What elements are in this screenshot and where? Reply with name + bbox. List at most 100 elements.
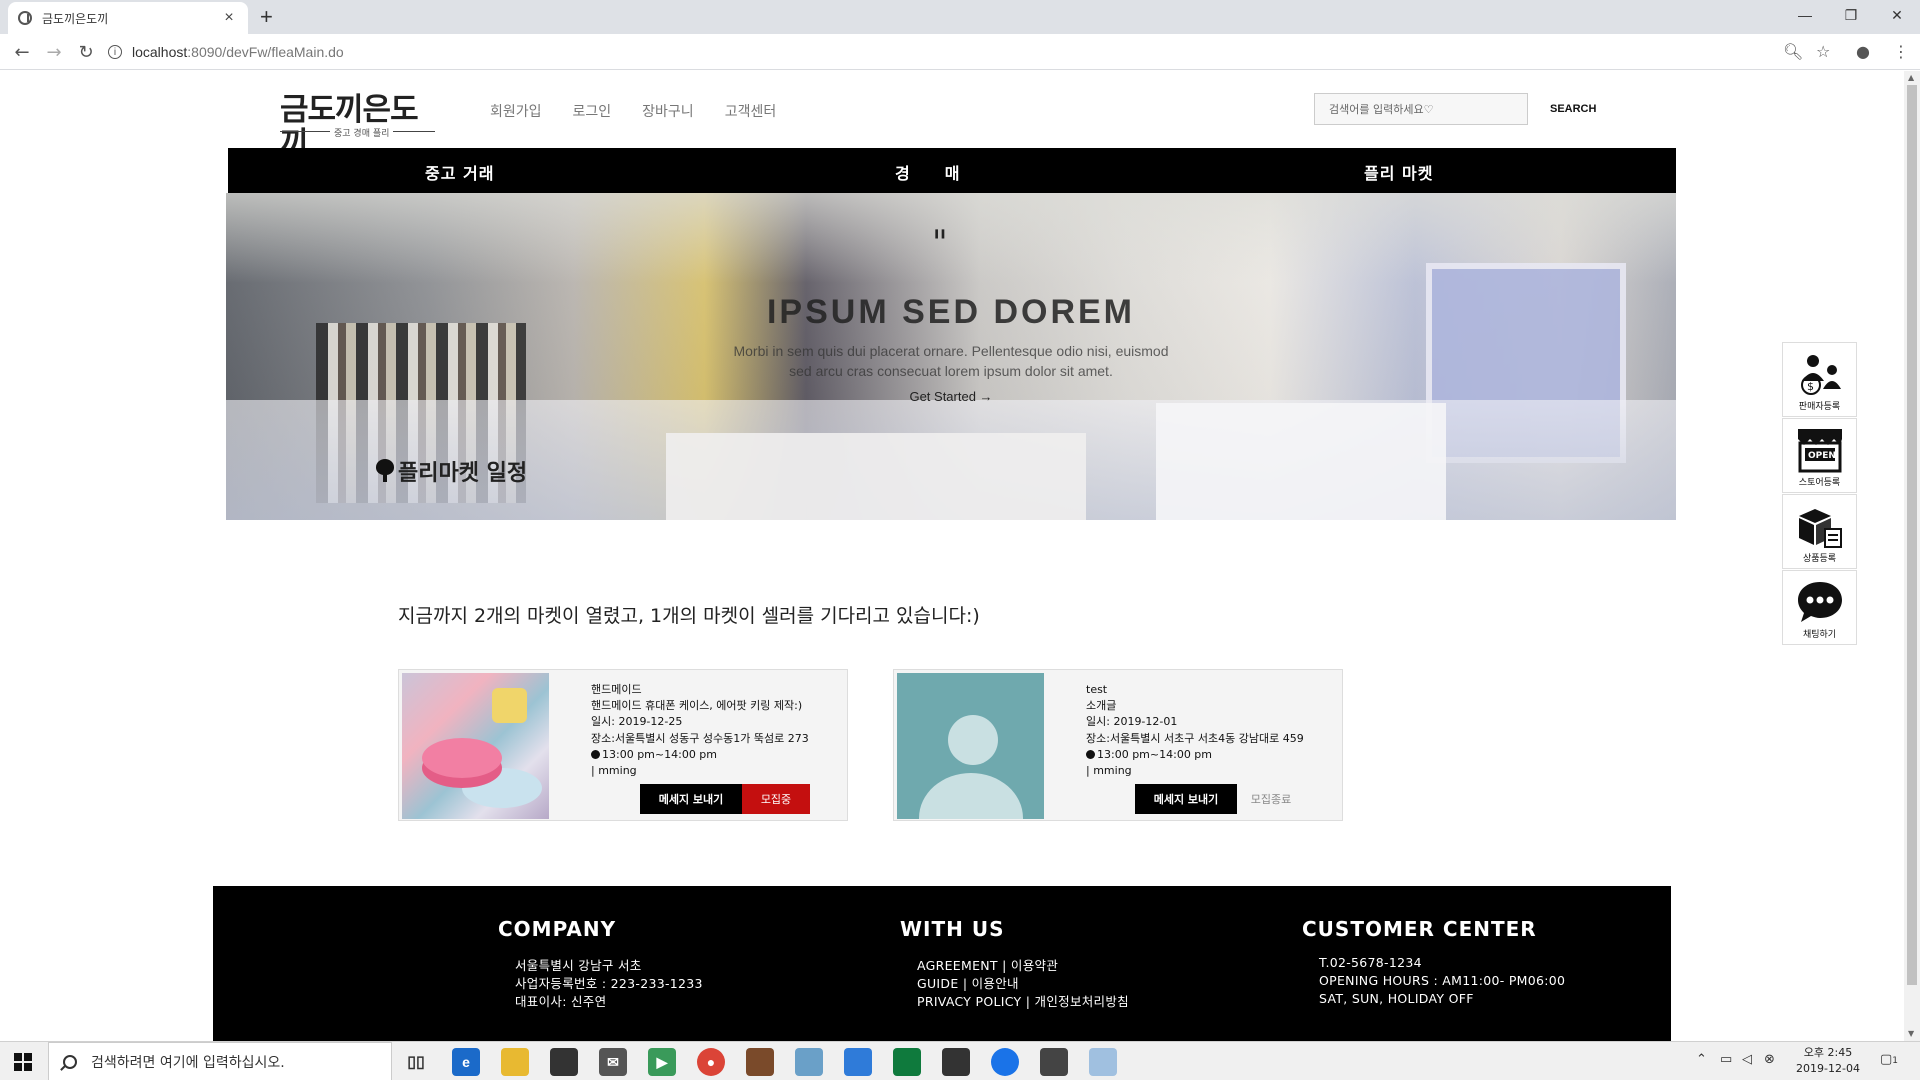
app-icon[interactable] [795, 1048, 823, 1076]
media-icon[interactable]: ▶ [648, 1048, 676, 1076]
taskbar-clock[interactable]: 오후 2:45 2019-12-04 [1790, 1045, 1866, 1077]
file-explorer-icon[interactable] [501, 1048, 529, 1076]
scroll-down-arrow-icon[interactable]: ▼ [1908, 1029, 1914, 1038]
product-register-widget[interactable]: 상품등록 [1782, 494, 1857, 569]
nav-auction[interactable]: 경 매 [895, 160, 960, 184]
footer-customer-title: CUSTOMER CENTER [1302, 917, 1537, 941]
footer-agreement-link[interactable]: AGREEMENT | 이용약관 [917, 955, 1058, 974]
address-bar[interactable]: i localhost:8090/devFw/fleaMain.do [108, 38, 1808, 66]
site-logo[interactable]: 금도끼은도끼 중고 경매 플리 [280, 93, 440, 161]
footer-line: 서울특별시 강남구 서초 [515, 958, 642, 973]
notification-icon[interactable]: ▢1 [1880, 1052, 1898, 1067]
scroll-up-arrow-icon[interactable]: ▲ [1908, 73, 1914, 82]
market-info: 핸드메이드 핸드메이드 휴대폰 케이스, 에어팟 키링 제작:) 일시: 201… [591, 682, 809, 779]
clock-date: 2019-12-04 [1796, 1062, 1860, 1075]
market-thumbnail[interactable] [897, 673, 1044, 819]
app-icon[interactable] [746, 1048, 774, 1076]
seller-register-widget[interactable]: $ 판매자등록 [1782, 342, 1857, 417]
search-input[interactable]: 검색어를 입력하세요♡ [1314, 93, 1528, 125]
footer-line: SAT, SUN, HOLIDAY OFF [1319, 991, 1474, 1006]
page-scrollbar[interactable]: ▲ ▼ [1904, 71, 1920, 1041]
browser-toolbar: ← → ↻ i localhost:8090/devFw/fleaMain.do… [0, 34, 1920, 70]
send-message-button[interactable]: 메세지 보내기 [1135, 784, 1237, 814]
menu-signup-link[interactable]: 회원가입 [490, 101, 542, 121]
minimize-button[interactable]: — [1782, 0, 1828, 30]
footer-line: T.02-5678-1234 [1319, 955, 1422, 970]
footer-privacy-link[interactable]: PRIVACY POLICY | 개인정보처리방침 [917, 991, 1129, 1010]
hero-bg-table [1156, 403, 1446, 520]
menu-dots-icon[interactable]: ⋮ [1893, 42, 1909, 61]
close-window-button[interactable]: ✕ [1874, 0, 1920, 30]
menu-support-link[interactable]: 고객센터 [725, 101, 777, 121]
reload-icon[interactable]: ↻ [74, 40, 98, 64]
task-view-icon[interactable]: ▯▯ [402, 1048, 430, 1076]
recruiting-status-button[interactable]: 모집종료 [1237, 784, 1305, 814]
recruiting-status-button[interactable]: 모집중 [742, 784, 810, 814]
browser-tab[interactable]: 금도끼은도끼 × [8, 2, 248, 34]
app-icon[interactable] [942, 1048, 970, 1076]
schedule-title: 플리마켓 일정 [398, 461, 528, 486]
profile-icon[interactable]: ● [1856, 42, 1870, 61]
market-place: 장소:서울특별시 성동구 성수동1가 뚝섬로 273 [591, 731, 809, 745]
taskbar-search-input[interactable]: 검색하려면 여기에 입력하십시오. [48, 1042, 392, 1080]
chrome-icon[interactable]: ● [697, 1048, 725, 1076]
new-tab-button[interactable]: + [260, 4, 273, 30]
nav-flea-market[interactable]: 플리 마켓 [1364, 160, 1433, 184]
menu-cart-link[interactable]: 장바구니 [642, 101, 694, 121]
nav-used-trade[interactable]: 중고 거래 [425, 160, 494, 184]
app-icon[interactable] [1040, 1048, 1068, 1076]
market-date: 일시: 2019-12-25 [591, 715, 683, 729]
get-started-link[interactable]: Get Started → [226, 389, 1676, 404]
web-page: 금도끼은도끼 중고 경매 플리 회원가입 로그인 장바구니 고객센터 검색어를 … [0, 71, 1904, 1041]
footer-line: OPENING HOURS : AM11:00- PM06:00 [1319, 973, 1566, 988]
logo-subtitle: 중고 경매 플리 [330, 126, 394, 139]
taskbar-search-placeholder: 검색하려면 여기에 입력하십시오. [91, 1054, 285, 1071]
market-name: 핸드메이드 [591, 683, 642, 696]
mail-icon[interactable]: ✉ [599, 1048, 627, 1076]
send-message-button[interactable]: 메세지 보내기 [640, 784, 742, 814]
market-date: 일시: 2019-12-01 [1086, 715, 1178, 729]
market-thumbnail[interactable] [402, 673, 549, 819]
search-button[interactable]: SEARCH [1550, 103, 1596, 115]
maximize-button[interactable]: ❐ [1828, 0, 1874, 30]
market-card[interactable]: test 소개글 일시: 2019-12-01 장소:서울특별시 서초구 서초4… [893, 669, 1343, 821]
tray-chevron-icon[interactable]: ⌃ [1696, 1052, 1707, 1067]
footer-guide-link[interactable]: GUIDE | 이용안내 [917, 973, 1019, 992]
info-icon[interactable]: i [108, 45, 122, 59]
footer-line: 사업자등록번호 : 223-233-1233 [515, 976, 703, 991]
store-icon[interactable] [550, 1048, 578, 1076]
bookmark-star-icon[interactable]: ☆ [1816, 42, 1830, 61]
store-register-widget[interactable]: OPEN 스토어등록 [1782, 418, 1857, 493]
app-icon[interactable] [844, 1048, 872, 1076]
zoom-icon[interactable]: 🔍︎ [1783, 42, 1803, 61]
app-icon[interactable] [991, 1048, 1019, 1076]
tab-close-button[interactable]: × [220, 9, 238, 27]
market-info: test 소개글 일시: 2019-12-01 장소:서울특별시 서초구 서초4… [1086, 682, 1304, 779]
app-icon[interactable] [893, 1048, 921, 1076]
back-arrow-icon[interactable]: ← [10, 40, 34, 64]
search-icon [63, 1054, 77, 1069]
windows-logo-icon [14, 1052, 32, 1071]
forward-arrow-icon[interactable]: → [42, 40, 66, 64]
market-host: | mming [1086, 764, 1132, 778]
clock-icon [1086, 749, 1095, 759]
volume-icon[interactable]: ◁ [1742, 1052, 1752, 1067]
windows-start-button[interactable] [0, 1042, 46, 1080]
scrollbar-thumb[interactable] [1907, 85, 1917, 985]
edge-icon[interactable]: e [452, 1048, 480, 1076]
menu-login-link[interactable]: 로그인 [573, 101, 612, 121]
url-path: :8090/devFw/fleaMain.do [187, 44, 344, 60]
footer: COMPANY 서울특별시 강남구 서초 사업자등록번호 : 223-233-1… [213, 886, 1671, 1041]
app-icon[interactable] [1089, 1048, 1117, 1076]
chat-widget[interactable]: 채팅하기 [1782, 570, 1857, 645]
hero-title: IPSUM SED DOREM [766, 293, 1136, 331]
chat-bubble-icon [1797, 582, 1842, 622]
status-icon[interactable]: ⊗ [1764, 1052, 1775, 1067]
market-time: 13:00 pm~14:00 pm [1097, 747, 1213, 761]
market-name: test [1086, 683, 1108, 696]
network-icon[interactable]: ▭ [1720, 1052, 1732, 1067]
globe-icon [18, 11, 32, 25]
market-card[interactable]: 핸드메이드 핸드메이드 휴대폰 케이스, 에어팟 키링 제작:) 일시: 201… [398, 669, 848, 821]
widget-label: 채팅하기 [1802, 630, 1837, 640]
widget-label: 판매자등록 [1798, 402, 1841, 412]
